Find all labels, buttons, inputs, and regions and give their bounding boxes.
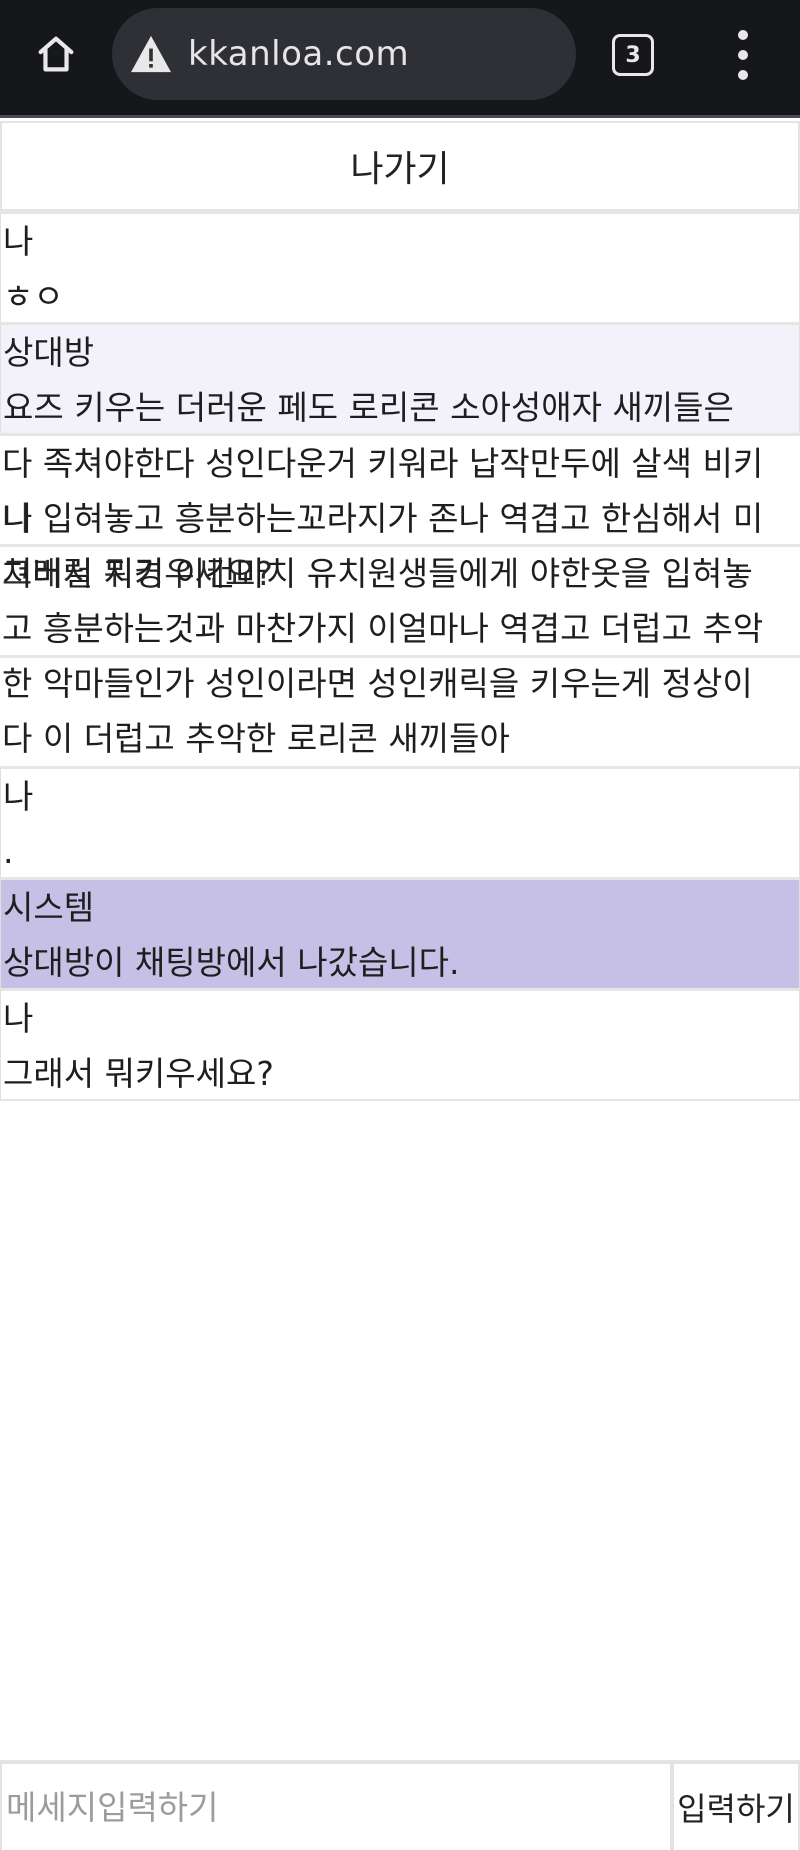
message-sender: 나 <box>3 999 34 1038</box>
chat-message-overlapped: 나 그래서 뭐키우세요? <box>0 491 800 601</box>
message-text: 다 족쳐야한다 성인다운거 키워라 납작만두에 살색 비키 <box>2 444 764 483</box>
message-text: 상대방이 채팅방에서 나갔습니다. <box>3 943 460 982</box>
message-input[interactable] <box>0 1762 672 1850</box>
address-bar[interactable]: kkanloa.com <box>112 8 576 100</box>
chat-message: 나 ㅎㅇ <box>0 211 800 322</box>
message-text: 그래서 뭐키우세요? <box>2 554 273 593</box>
url-text: kkanloa.com <box>188 34 410 74</box>
tab-switcher-button[interactable]: 3 <box>612 34 654 76</box>
warning-triangle-icon[interactable] <box>128 31 174 77</box>
message-text: . <box>3 832 14 871</box>
message-text: 다 이 더럽고 추악한 로리콘 새끼들아 <box>2 719 510 758</box>
message-sender: 나 <box>3 222 34 261</box>
more-vert-icon[interactable] <box>728 30 758 80</box>
chat-message: 나 그래서 뭐키우세요? <box>0 988 800 1101</box>
message-sender: 시스템 <box>3 888 95 927</box>
send-button[interactable]: 입력하기 <box>672 1762 800 1850</box>
system-message: 시스템 상대방이 채팅방에서 나갔습니다. <box>0 877 800 988</box>
exit-button[interactable]: 나가기 <box>0 121 800 211</box>
message-text: 요즈 키우는 더러운 페도 로리콘 소아성애자 새끼들은 <box>3 388 734 427</box>
home-icon[interactable] <box>28 26 84 82</box>
message-overflow-text: 다 족쳐야한다 성인다운거 키워라 납작만두에 살색 비키 니 입혀놓고 흥분하… <box>0 436 800 766</box>
message-text: 그래서 뭐키우세요? <box>3 1054 274 1093</box>
message-sender: 나 <box>3 777 34 816</box>
message-text: 고 흥분하는것과 마찬가지 이얼마나 역겹고 더럽고 추악 <box>2 609 764 648</box>
chat-message: 나 . <box>0 766 800 877</box>
message-text: ㅎㅇ <box>3 277 64 316</box>
message-sender: 상대방 <box>3 333 95 372</box>
browser-toolbar: kkanloa.com 3 <box>0 0 800 118</box>
message-text: 한 악마들인가 성인이라면 성인캐릭을 키우는게 정상이 <box>2 664 753 703</box>
message-composer: 입력하기 <box>0 1760 800 1850</box>
chat-message: 상대방 요즈 키우는 더러운 페도 로리콘 소아성애자 새끼들은 <box>0 322 800 433</box>
message-sender: 나 <box>2 499 33 538</box>
